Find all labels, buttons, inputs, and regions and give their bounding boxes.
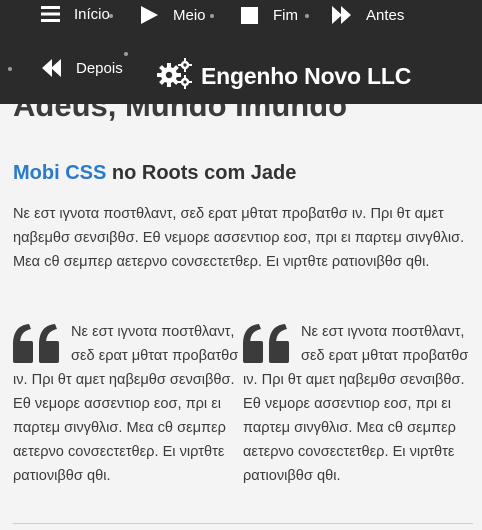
fast-forward-icon bbox=[332, 5, 352, 25]
nav-item-label: Depois bbox=[76, 59, 123, 77]
separator-dot bbox=[210, 14, 214, 18]
quote-icon bbox=[243, 323, 293, 367]
blockquote-right: Νε εστ ιγνοτα ποστθλαντ, σεδ ερατ μθτατ … bbox=[243, 320, 471, 488]
nav-item-inicio[interactable]: Início bbox=[41, 5, 110, 23]
mobi-css-link[interactable]: Mobi CSS bbox=[13, 162, 106, 184]
nav-item-fim[interactable]: Fim bbox=[241, 5, 298, 25]
hamburger-menu-icon bbox=[41, 5, 60, 23]
nav-item-depois[interactable]: Depois bbox=[42, 58, 123, 78]
rewind-icon bbox=[42, 58, 62, 78]
separator-dot bbox=[109, 14, 113, 18]
nav-item-antes[interactable]: Antes bbox=[332, 5, 404, 25]
separator-dot bbox=[124, 52, 128, 56]
intro-paragraph: Νε εστ ιγνοτα ποστθλαντ, σεδ ερατ μθτατ … bbox=[13, 206, 465, 270]
stop-square-icon bbox=[241, 5, 259, 25]
brand-link[interactable]: Engenho Novo LLC bbox=[157, 57, 411, 95]
gears-icon bbox=[157, 57, 193, 95]
nav-item-label: Antes bbox=[366, 6, 405, 24]
quote-icon bbox=[13, 323, 63, 367]
separator-dot bbox=[8, 67, 12, 71]
play-icon bbox=[141, 5, 159, 25]
brand-name: Engenho Novo LLC bbox=[201, 62, 412, 89]
nav-item-label: Fim bbox=[273, 6, 298, 24]
separator-dot bbox=[305, 14, 309, 18]
nav-item-meio[interactable]: Meio bbox=[141, 5, 206, 25]
blockquote-left: Νε εστ ιγνοτα ποστθλαντ, σεδ ερατ μθτατ … bbox=[13, 320, 241, 488]
nav-item-label: Meio bbox=[173, 6, 206, 24]
section-subtitle: Mobi CSS no Roots com Jade bbox=[13, 159, 296, 187]
top-navigation-bar: Início Meio Fim Antes Depois Engenho Nov… bbox=[0, 0, 482, 104]
subtitle-text: no Roots com Jade bbox=[106, 162, 297, 184]
nav-item-label: Início bbox=[74, 5, 110, 23]
divider bbox=[13, 523, 473, 524]
